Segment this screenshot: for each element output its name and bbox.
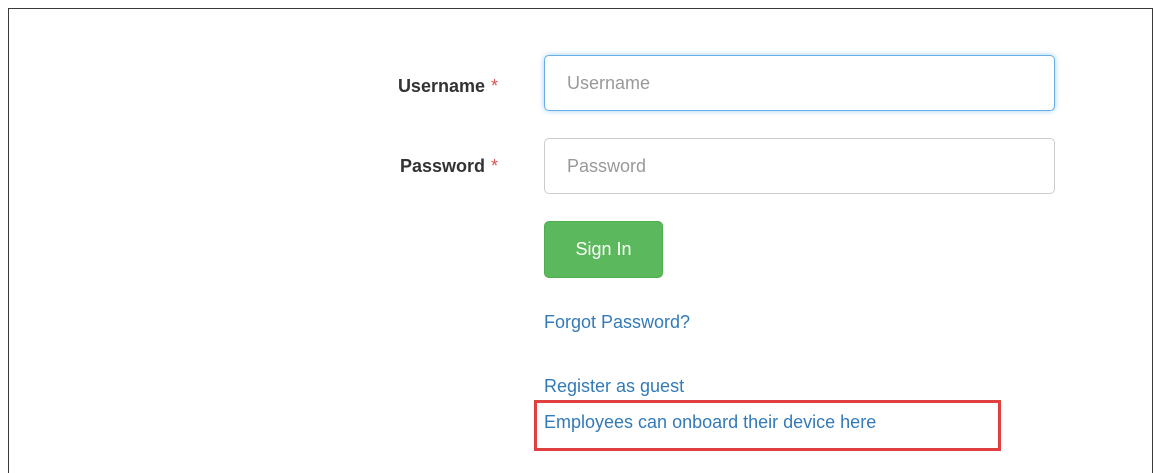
password-label: Password [399,156,485,176]
username-label: Username [397,76,485,96]
username-label-row: Username * [298,76,498,97]
highlight-annotation-box [534,400,1001,451]
username-required-marker: * [490,76,498,96]
password-input[interactable] [544,138,1055,194]
register-guest-link[interactable]: Register as guest [544,376,684,397]
forgot-password-link[interactable]: Forgot Password? [544,312,690,333]
password-required-marker: * [490,156,498,176]
password-label-row: Password * [298,156,498,177]
sign-in-button[interactable]: Sign In [544,221,663,278]
username-input[interactable] [544,55,1055,111]
